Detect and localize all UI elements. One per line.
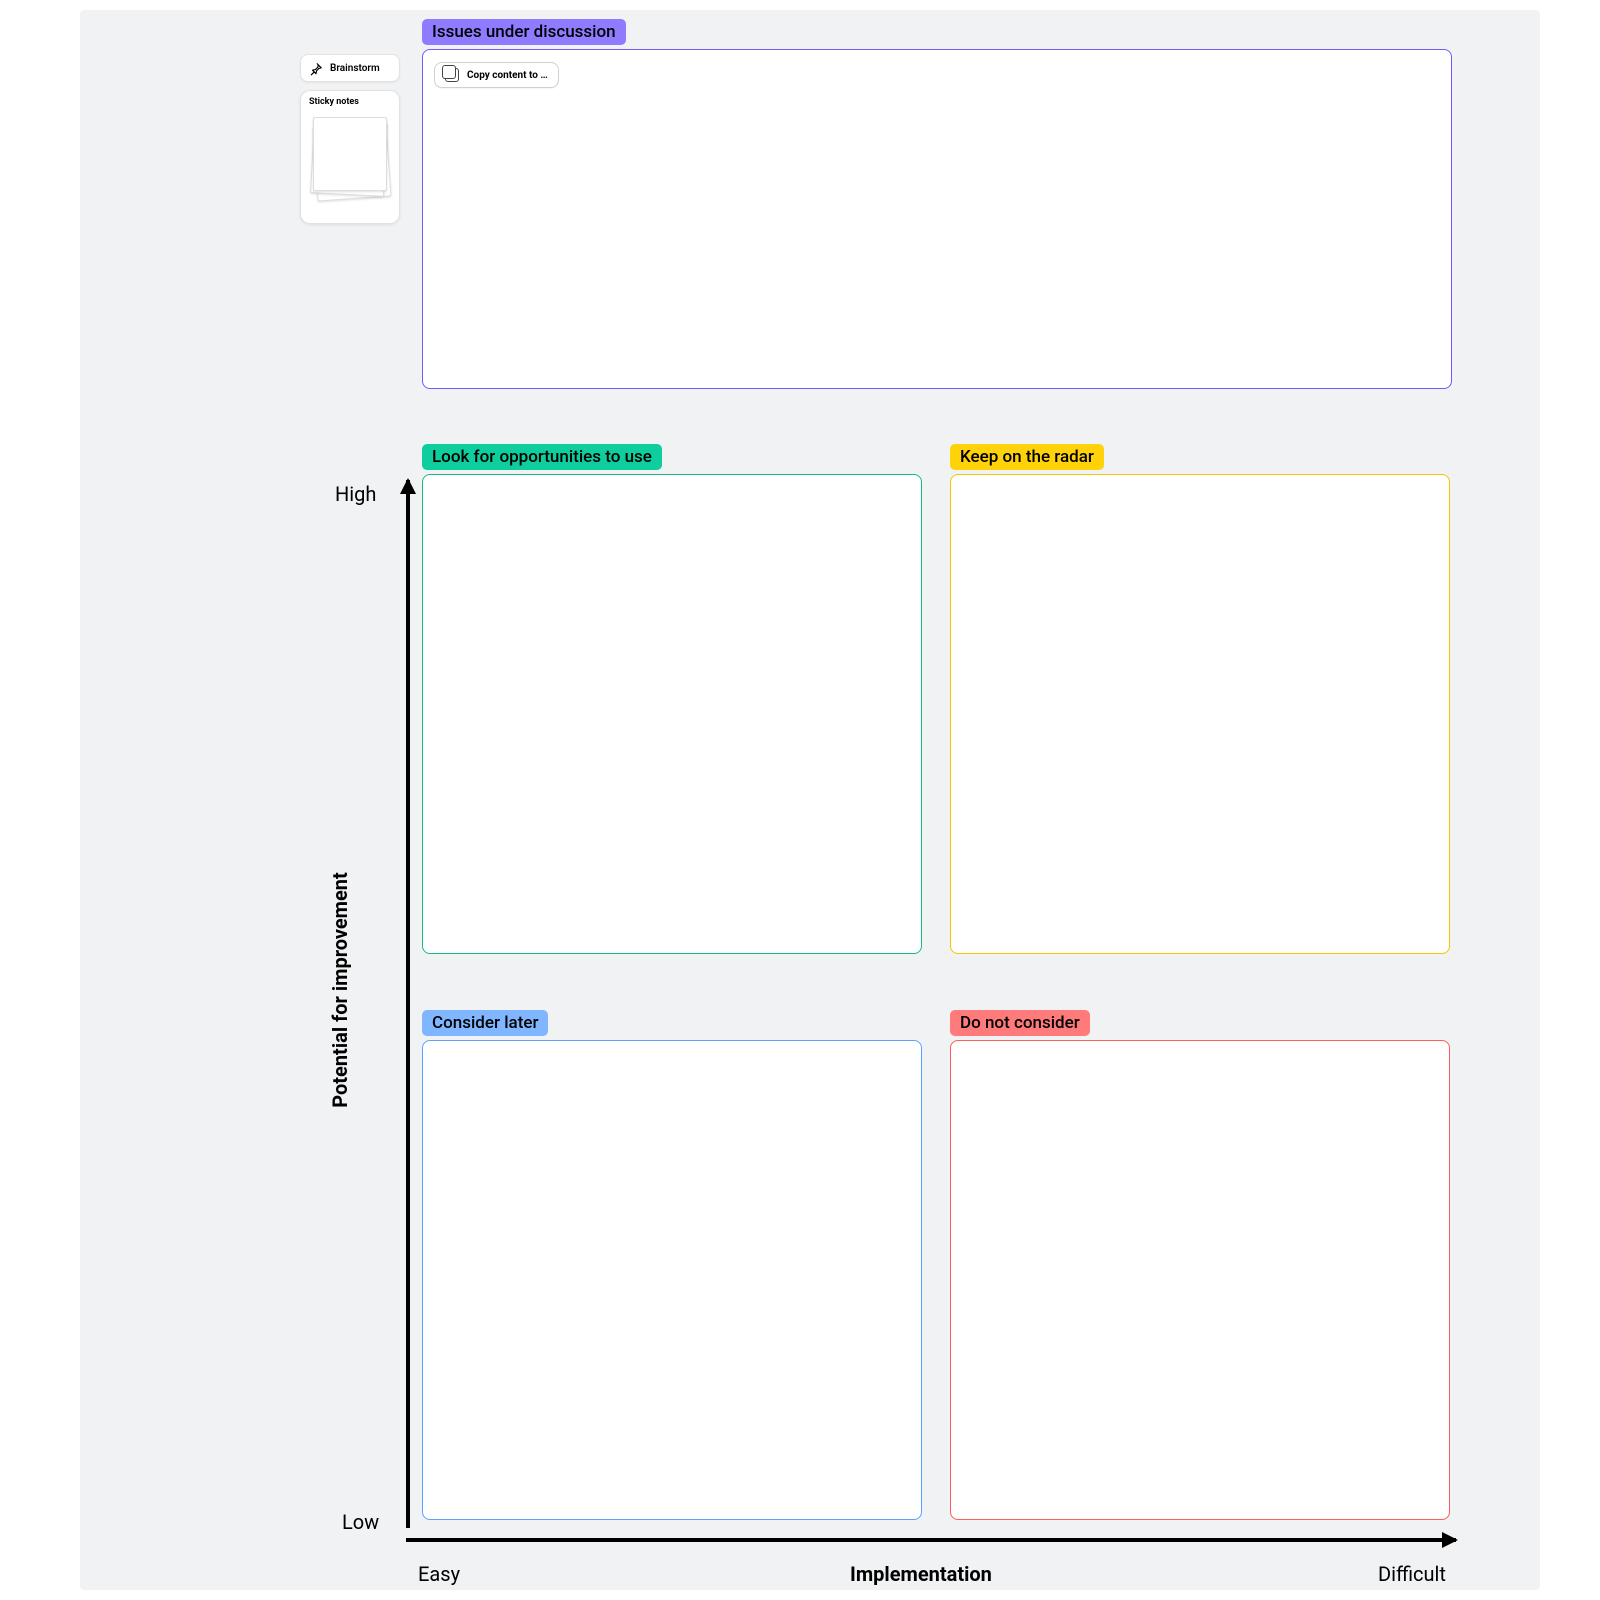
copy-content-label: Copy content to …	[467, 70, 548, 81]
sticky-notes-title: Sticky notes	[309, 97, 391, 107]
x-axis-label: Implementation	[850, 1562, 992, 1586]
brainstorm-button[interactable]: Brainstorm	[300, 54, 400, 82]
x-axis-difficult: Difficult	[1378, 1562, 1446, 1586]
quadrant-label-blue: Consider later	[422, 1010, 548, 1036]
x-axis-easy: Easy	[418, 1562, 460, 1586]
sticky-note-icon	[313, 117, 387, 191]
whiteboard-canvas[interactable]: Brainstorm Sticky notes Issues under dis…	[80, 10, 1540, 1590]
quadrant-yellow[interactable]	[950, 474, 1450, 954]
copy-content-button[interactable]: Copy content to …	[434, 62, 559, 88]
copy-icon	[445, 68, 459, 82]
quadrant-label-red: Do not consider	[950, 1010, 1090, 1036]
quadrant-label-green: Look for opportunities to use	[422, 444, 662, 470]
issues-label: Issues under discussion	[422, 19, 626, 45]
quadrant-label-yellow: Keep on the radar	[950, 444, 1104, 470]
y-axis-label: Potential for improvement	[328, 872, 352, 1108]
y-axis-arrow	[406, 480, 410, 1528]
y-axis-low: Low	[342, 1510, 379, 1534]
quadrant-red[interactable]	[950, 1040, 1450, 1520]
quadrant-green[interactable]	[422, 474, 922, 954]
pin-icon	[309, 61, 323, 75]
brainstorm-label: Brainstorm	[330, 63, 380, 74]
issues-panel[interactable]	[422, 49, 1452, 389]
quadrant-blue[interactable]	[422, 1040, 922, 1520]
y-axis-high: High	[335, 482, 376, 506]
sticky-notes-widget[interactable]: Sticky notes	[300, 90, 400, 224]
x-axis-arrow	[406, 1538, 1456, 1542]
sticky-note-stack[interactable]	[309, 111, 391, 211]
